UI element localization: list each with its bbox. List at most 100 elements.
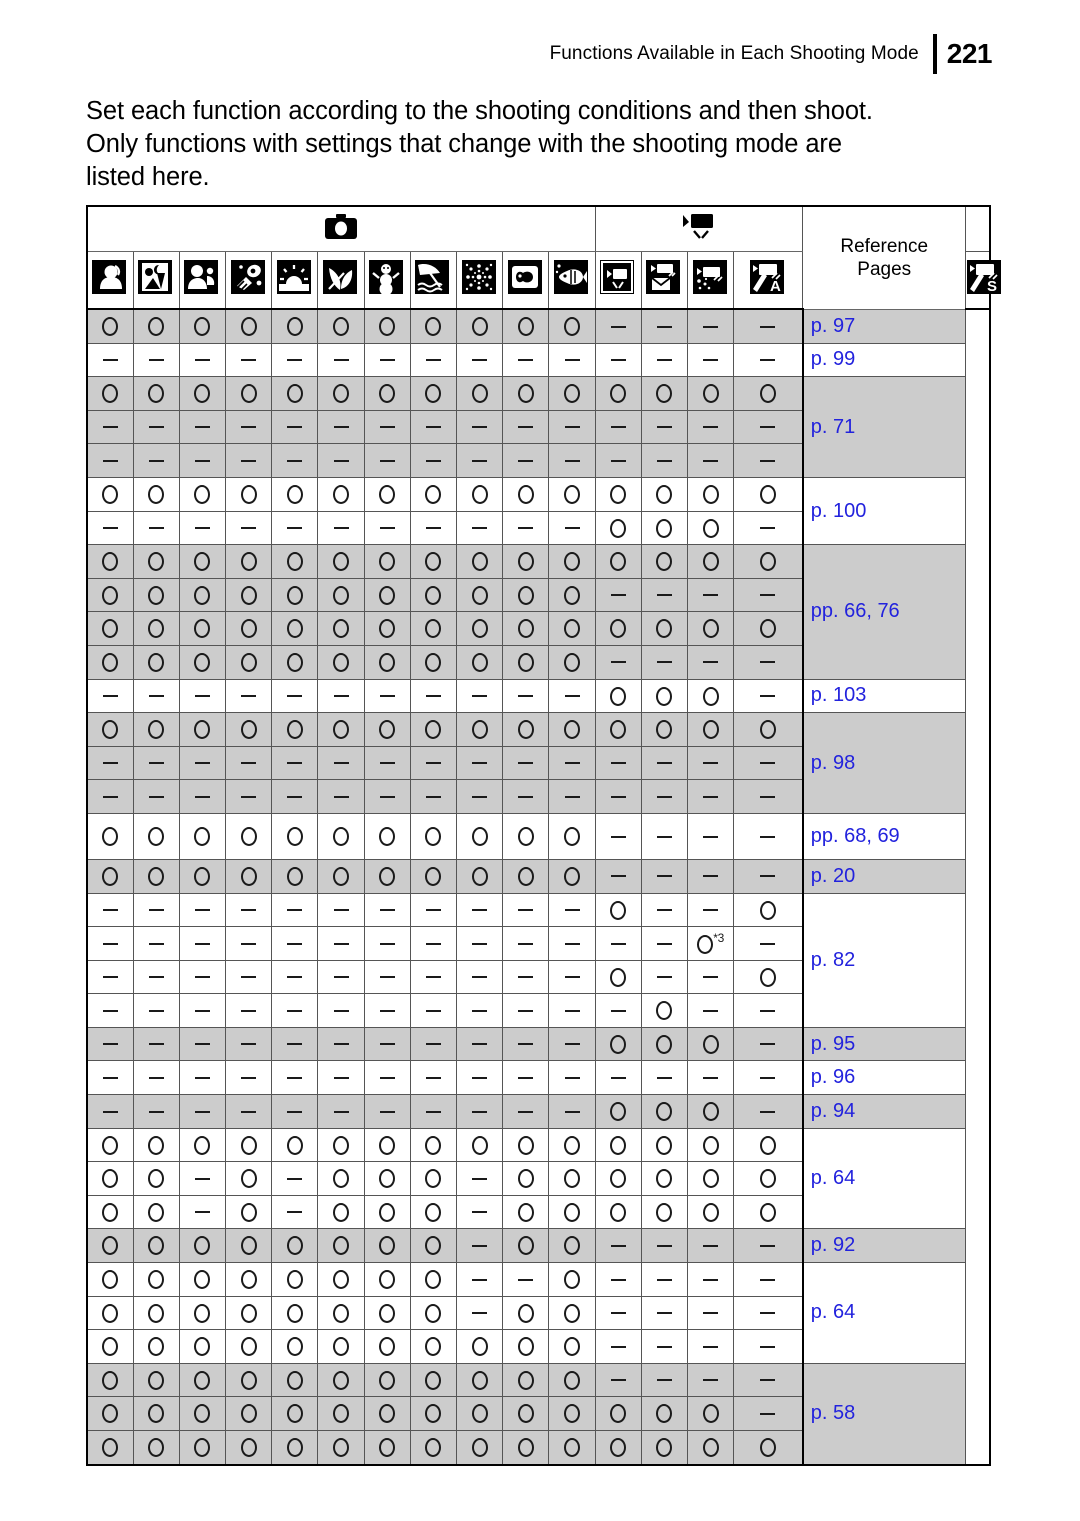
table-row: p. 94 [86, 1094, 990, 1129]
circle-available-icon [194, 1370, 211, 1390]
reference-page-link[interactable]: p. 100 [801, 476, 967, 546]
available-mark [132, 1262, 180, 1297]
circle-available-icon [517, 1337, 534, 1357]
table-row: p. 96 [86, 1060, 990, 1096]
circle-available-icon [286, 484, 303, 504]
unavailable-mark [640, 308, 689, 344]
circle-available-icon [148, 1337, 165, 1357]
available-mark [502, 1161, 550, 1196]
unavailable-mark [687, 745, 735, 781]
available-mark [594, 1094, 642, 1129]
circle-available-icon [333, 1169, 350, 1189]
table-row: pp. 68, 69 [86, 812, 990, 860]
available-mark [317, 1228, 365, 1264]
circle-available-icon [102, 1135, 119, 1155]
available-mark [640, 1026, 689, 1062]
reference-page-link[interactable]: p. 97 [801, 308, 967, 344]
available-mark [317, 1127, 365, 1163]
circle-available-icon [656, 552, 673, 572]
dash-unavailable-icon [760, 1110, 776, 1113]
reference-page-link[interactable]: p. 99 [801, 342, 967, 378]
available-mark [409, 1429, 458, 1466]
circle-available-icon [425, 1404, 442, 1424]
circle-available-icon [517, 1135, 534, 1155]
available-mark [455, 1329, 504, 1364]
reference-page-link[interactable]: p. 71 [801, 376, 967, 478]
dash-unavailable-icon [379, 695, 395, 698]
reference-page-link[interactable]: p. 96 [801, 1060, 967, 1096]
reference-page-link[interactable]: p. 58 [801, 1362, 967, 1466]
available-mark [455, 308, 504, 344]
circle-available-icon [471, 1135, 488, 1155]
available-mark [455, 858, 504, 894]
unavailable-mark [363, 779, 411, 814]
reference-page-link[interactable]: p. 20 [801, 858, 967, 894]
reference-page-link[interactable]: pp. 68, 69 [801, 812, 967, 860]
portrait-icon [91, 259, 129, 297]
dash-unavailable-icon [425, 942, 441, 945]
unavailable-mark [363, 1026, 411, 1062]
table-row: p. 58 [86, 1362, 990, 1466]
svg-text:A: A [770, 278, 781, 295]
dash-unavailable-icon [379, 1076, 395, 1079]
dash-unavailable-icon [610, 1312, 626, 1315]
available-mark [548, 858, 596, 894]
available-mark [594, 376, 642, 411]
dash-unavailable-icon [703, 1076, 719, 1079]
reference-page-link[interactable]: p. 103 [801, 678, 967, 714]
unavailable-mark [640, 812, 689, 860]
dash-unavailable-icon [287, 1043, 303, 1046]
unavailable-mark [317, 993, 365, 1028]
unavailable-mark [502, 779, 550, 814]
dash-unavailable-icon [760, 1312, 776, 1315]
available-mark [502, 611, 550, 646]
circle-available-icon [425, 827, 442, 847]
dash-unavailable-icon [333, 1076, 349, 1079]
reference-page-link[interactable]: p. 64 [801, 1127, 967, 1230]
reference-page-link[interactable]: p. 64 [801, 1262, 967, 1364]
available-mark [548, 1396, 596, 1431]
unavailable-mark [594, 745, 642, 781]
dash-unavailable-icon [241, 976, 257, 979]
dash-unavailable-icon [102, 762, 118, 765]
unavailable-mark [225, 443, 273, 478]
available-mark [225, 308, 273, 344]
circle-available-icon [333, 866, 350, 886]
available-mark [455, 376, 504, 411]
circle-available-icon [379, 866, 396, 886]
available-mark [594, 678, 642, 714]
dash-unavailable-icon [194, 695, 210, 698]
reference-page-link[interactable]: p. 98 [801, 712, 967, 814]
reference-page-link[interactable]: pp. 66, 76 [801, 544, 967, 680]
available-mark [548, 712, 596, 747]
mode-column-header-snow [363, 251, 411, 310]
circle-available-icon [517, 619, 534, 639]
circle-available-icon [656, 1102, 673, 1122]
night-snapshot-icon [137, 259, 175, 297]
circle-available-icon [564, 317, 581, 337]
unavailable-mark [502, 342, 550, 378]
circle-available-icon [240, 384, 257, 404]
dash-unavailable-icon [472, 1278, 488, 1281]
available-mark [455, 476, 504, 512]
circle-available-icon [286, 866, 303, 886]
available-mark [455, 812, 504, 860]
reference-page-link[interactable]: p. 82 [801, 892, 967, 1028]
available-mark [594, 476, 642, 512]
unavailable-mark [733, 1094, 804, 1129]
available-mark [132, 1362, 180, 1398]
reference-page-link[interactable]: p. 92 [801, 1228, 967, 1264]
available-mark [86, 1161, 134, 1196]
circle-available-icon [564, 552, 581, 572]
indoor-icon [230, 259, 268, 297]
circle-available-icon [148, 1370, 165, 1390]
dash-unavailable-icon [333, 976, 349, 979]
reference-page-link[interactable]: p. 95 [801, 1026, 967, 1062]
circle-available-icon [564, 1270, 581, 1290]
dash-unavailable-icon [656, 909, 672, 912]
dash-unavailable-icon [703, 1345, 719, 1348]
unavailable-mark [687, 1060, 735, 1096]
circle-available-icon [333, 1438, 350, 1458]
reference-page-link[interactable]: p. 94 [801, 1094, 967, 1129]
dash-unavailable-icon [333, 795, 349, 798]
